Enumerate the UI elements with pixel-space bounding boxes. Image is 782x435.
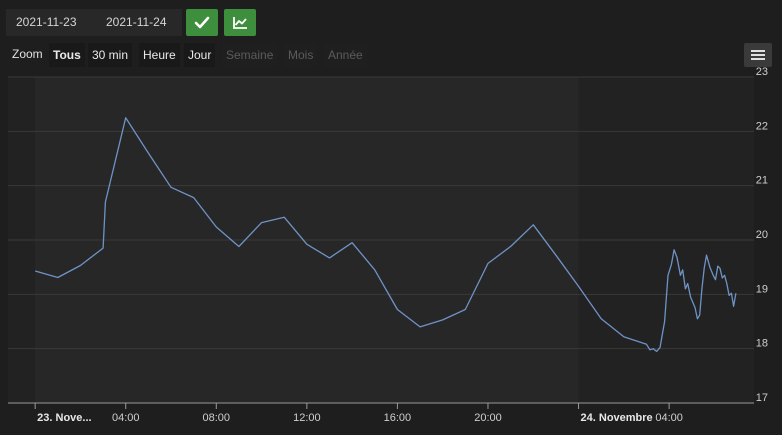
zoom-week-button: Semaine bbox=[222, 43, 278, 67]
y-tick-label: 18 bbox=[756, 338, 768, 350]
y-tick-label: 22 bbox=[756, 120, 768, 132]
zoom-day-button[interactable]: Jour bbox=[184, 43, 216, 67]
x-tick-label: 20:00 bbox=[474, 412, 502, 424]
y-tick-label: 21 bbox=[756, 175, 768, 187]
x-tick-label: 16:00 bbox=[384, 412, 412, 424]
end-date-input[interactable]: 2021-11-24 bbox=[96, 9, 182, 36]
validate-button[interactable] bbox=[186, 9, 218, 36]
zoom-hour-button[interactable]: Heure bbox=[139, 43, 180, 67]
x-tick-label: 23. Nove... bbox=[37, 412, 91, 424]
zoom-year-button: Année bbox=[324, 43, 367, 67]
x-tick-label: 04:00 bbox=[112, 412, 140, 424]
x-axis: 23. Nove... 04:00 08:00 12:00 16:00 20:00 24. … bbox=[8, 402, 754, 424]
app-window: 2021-11-23 2021-11-24 17 18 19 20 21 22 23 23.… bbox=[0, 0, 782, 435]
chart-canvas: 17 18 19 20 21 22 23 23. Nove... 04:00 08:00 12:0… bbox=[8, 66, 768, 424]
temperature-chart[interactable]: 17 18 19 20 21 22 23 23. Nove... 04:00 08:00 12:0… bbox=[8, 41, 782, 435]
y-tick-label: 19 bbox=[756, 283, 768, 295]
y-axis-labels: 17 18 19 20 21 22 23 bbox=[756, 66, 768, 404]
chart-menu-button[interactable] bbox=[744, 43, 772, 67]
y-tick-label: 17 bbox=[756, 392, 768, 404]
y-tick-label: 20 bbox=[756, 229, 768, 241]
x-tick-label: 24. Novembre bbox=[581, 412, 653, 424]
x-tick-label: 08:00 bbox=[203, 412, 231, 424]
check-icon bbox=[194, 16, 210, 29]
line-chart-icon bbox=[233, 17, 247, 29]
x-tick-label: 04:00 bbox=[655, 412, 683, 424]
x-tick-label: 12:00 bbox=[293, 412, 321, 424]
zoom-all-button[interactable]: Tous bbox=[49, 43, 85, 67]
zoom-label: Zoom bbox=[12, 47, 43, 61]
show-chart-button[interactable] bbox=[224, 9, 256, 36]
start-date-input[interactable]: 2021-11-23 bbox=[6, 9, 98, 36]
y-tick-label: 23 bbox=[756, 66, 768, 78]
zoom-30min-button[interactable]: 30 min bbox=[88, 43, 133, 67]
zoom-month-button: Mois bbox=[284, 43, 318, 67]
